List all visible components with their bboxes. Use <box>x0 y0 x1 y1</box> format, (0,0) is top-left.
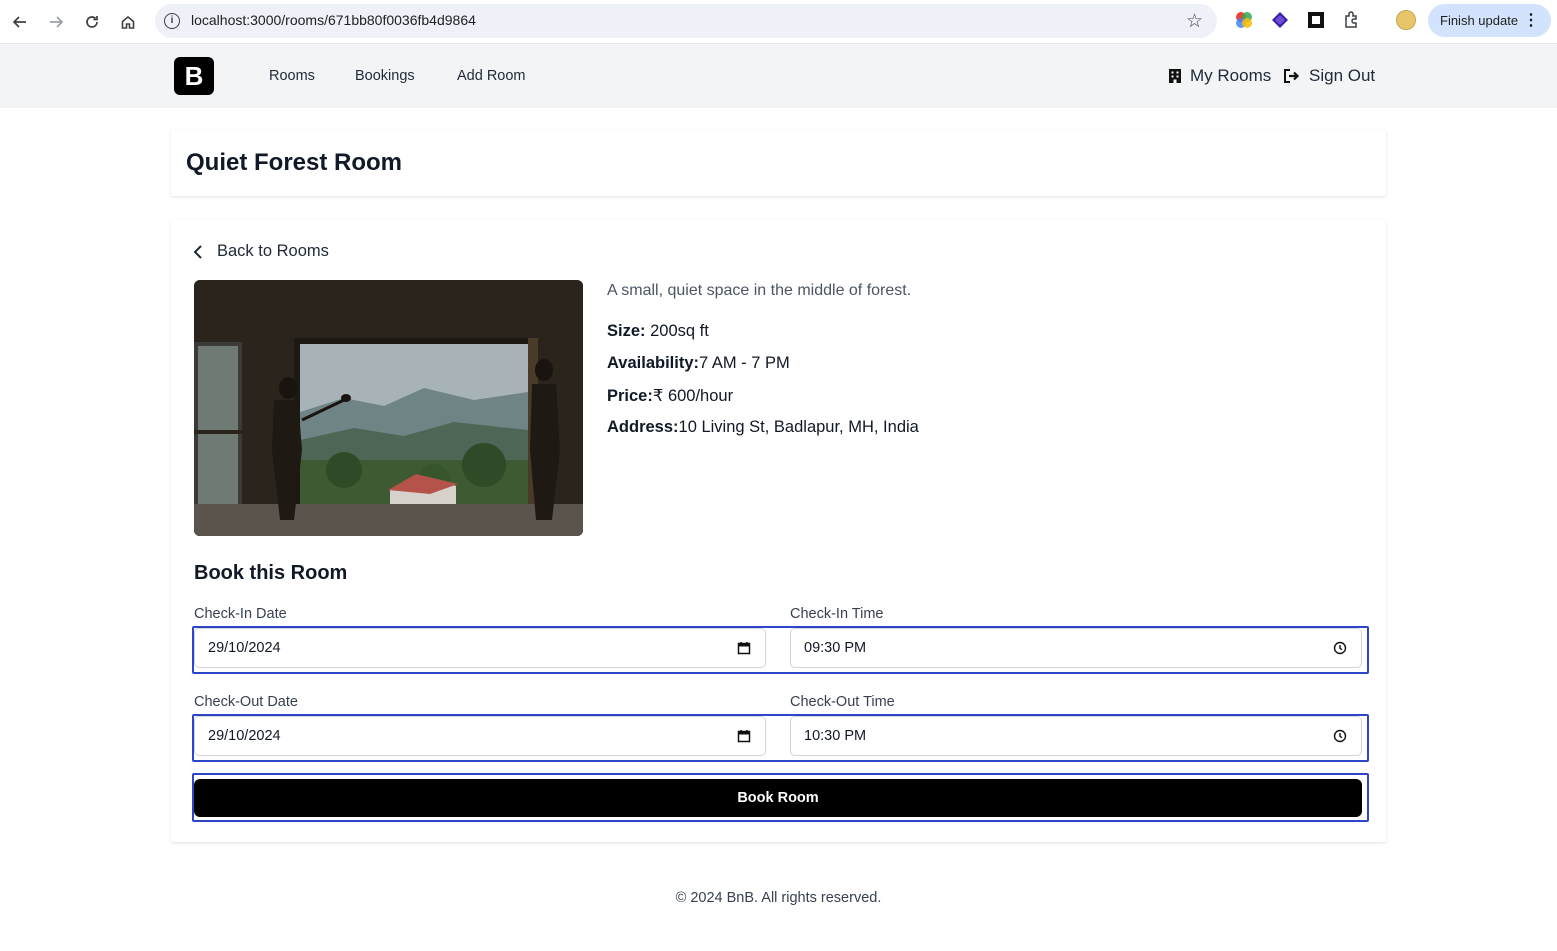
profile-avatar[interactable] <box>1396 10 1416 30</box>
room-title-card: Quiet Forest Room <box>171 130 1386 196</box>
more-menu-icon[interactable]: ⋮ <box>1523 4 1539 37</box>
room-size: Size: 200sq ft <box>607 322 709 341</box>
clock-icon[interactable] <box>1333 729 1347 743</box>
check-in-date-value: 29/10/2024 <box>208 640 281 656</box>
bookmark-star-icon[interactable]: ☆ <box>1186 10 1203 33</box>
address-label: Address: <box>607 418 679 436</box>
nav-link-add-room[interactable]: Add Room <box>457 68 526 84</box>
room-address: Address:10 Living St, Badlapur, MH, Indi… <box>607 418 919 437</box>
page-title: Quiet Forest Room <box>186 149 403 176</box>
sign-out-label: Sign Out <box>1309 66 1376 85</box>
address-value: 10 Living St, Badlapur, MH, India <box>678 418 919 436</box>
nav-link-bookings[interactable]: Bookings <box>355 68 415 84</box>
price-value: ₹ 600/hour <box>652 387 734 405</box>
reload-icon[interactable] <box>78 8 106 36</box>
finish-update-button[interactable]: Finish update ⋮ <box>1428 4 1551 37</box>
room-availability: Availability:7 AM - 7 PM <box>607 354 790 373</box>
diamond-extension-icon[interactable] <box>1270 10 1290 30</box>
check-in-date-input[interactable]: 29/10/2024 <box>194 628 766 668</box>
check-in-time-input[interactable]: 09:30 PM <box>790 628 1362 668</box>
my-rooms-label: My Rooms <box>1190 66 1272 85</box>
room-details: A small, quiet space in the middle of fo… <box>607 282 919 436</box>
forward-arrow-icon[interactable] <box>42 8 70 36</box>
check-out-date-label: Check-Out Date <box>194 694 298 710</box>
url-text[interactable]: localhost:3000/rooms/671bb80f0036fb4d986… <box>191 12 476 28</box>
address-bar[interactable]: i localhost:3000/rooms/671bb80f0036fb4d9… <box>155 4 1217 38</box>
home-icon[interactable] <box>114 8 142 36</box>
check-out-time-value: 10:30 PM <box>804 728 867 744</box>
check-out-date-input[interactable]: 29/10/2024 <box>194 716 766 756</box>
finish-update-label: Finish update <box>1440 13 1519 28</box>
availability-value: 7 AM - 7 PM <box>699 354 790 372</box>
site-info-icon[interactable]: i <box>164 13 180 29</box>
chevron-left-icon <box>193 244 202 259</box>
back-to-rooms-label: Back to Rooms <box>217 242 329 260</box>
sign-out-link[interactable]: Sign Out <box>1283 66 1375 86</box>
room-description: A small, quiet space in the middle of fo… <box>607 282 912 299</box>
book-room-button[interactable]: Book Room <box>194 779 1362 817</box>
footer-copyright: © 2024 BnB. All rights reserved. <box>675 890 882 906</box>
my-rooms-link[interactable]: My Rooms <box>1168 66 1271 86</box>
availability-label: Availability: <box>607 354 699 372</box>
size-value: 200sq ft <box>645 322 709 340</box>
building-icon <box>1169 69 1181 83</box>
brand-logo[interactable]: B <box>174 57 214 95</box>
check-in-time-label: Check-In Time <box>790 606 884 622</box>
check-in-time-value: 09:30 PM <box>804 640 867 656</box>
calendar-icon[interactable] <box>737 729 751 743</box>
price-label: Price: <box>607 387 653 405</box>
room-detail-card: Back to Rooms A small, quiet space in th… <box>171 220 1386 842</box>
frame-extension-icon[interactable] <box>1306 10 1326 30</box>
back-arrow-icon[interactable] <box>6 8 34 36</box>
nav-link-rooms[interactable]: Rooms <box>269 68 315 84</box>
color-extension-icon[interactable] <box>1234 10 1254 30</box>
room-photo <box>194 280 583 536</box>
room-price: Price:₹ 600/hour <box>607 386 733 406</box>
clock-icon[interactable] <box>1333 641 1347 655</box>
check-in-date-label: Check-In Date <box>194 606 287 622</box>
booking-section-title: Book this Room <box>194 562 348 584</box>
back-to-rooms-link[interactable]: Back to Rooms <box>193 242 329 261</box>
browser-toolbar: i localhost:3000/rooms/671bb80f0036fb4d9… <box>0 0 1557 44</box>
size-label: Size: <box>607 322 646 340</box>
sign-out-icon <box>1284 69 1300 83</box>
calendar-icon[interactable] <box>737 641 751 655</box>
check-out-time-label: Check-Out Time <box>790 694 895 710</box>
check-out-date-value: 29/10/2024 <box>208 728 281 744</box>
app-navbar: B Rooms Bookings Add Room My Rooms Sign … <box>0 44 1557 108</box>
check-out-time-input[interactable]: 10:30 PM <box>790 716 1362 756</box>
extensions-puzzle-icon[interactable] <box>1342 10 1362 30</box>
